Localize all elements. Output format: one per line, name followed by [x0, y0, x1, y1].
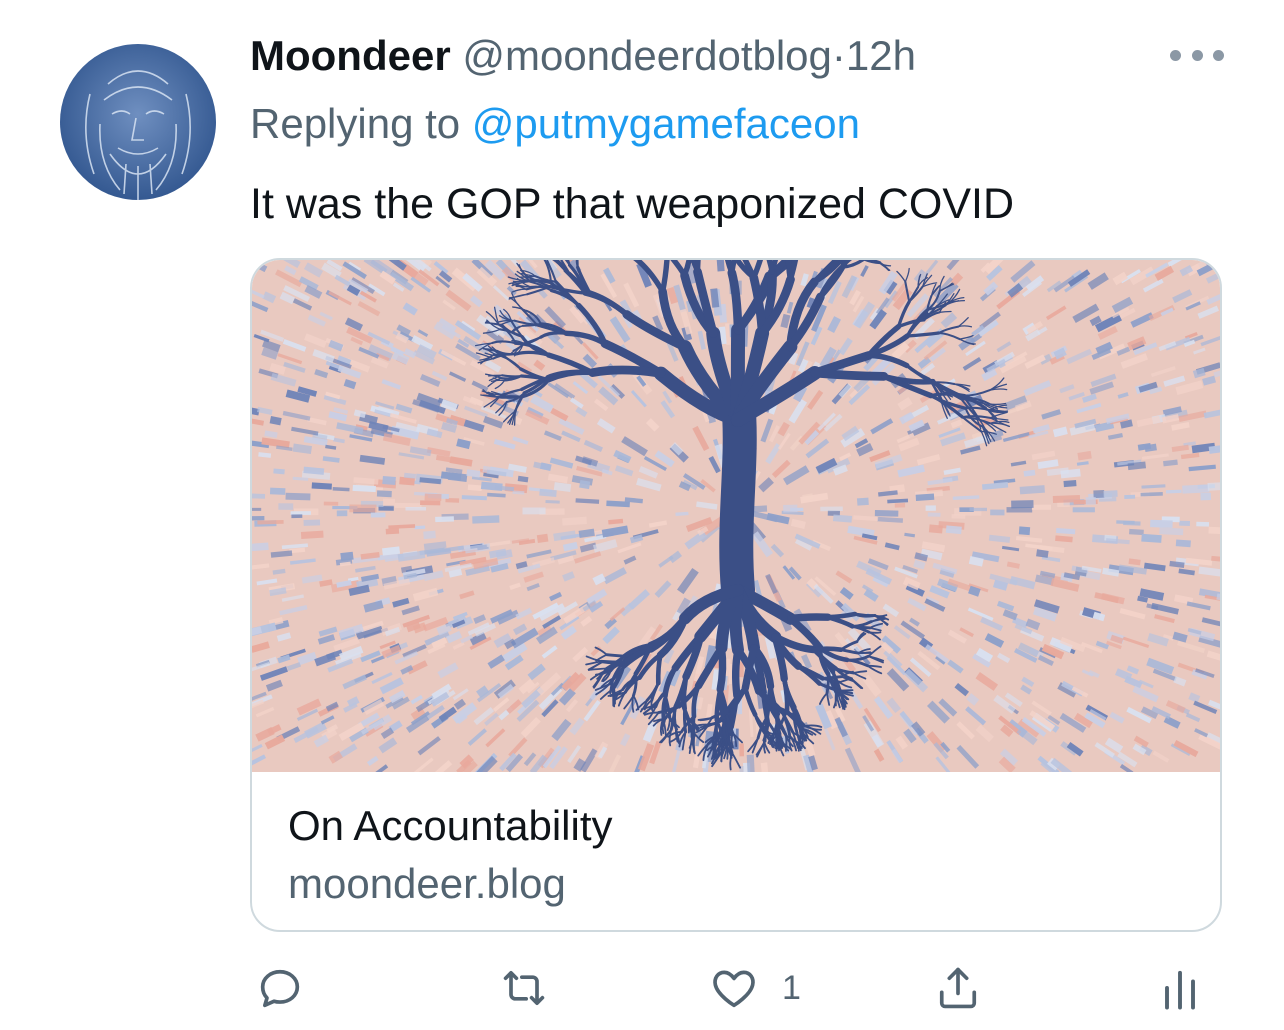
avatar[interactable] [60, 44, 216, 200]
replying-to: Replying to @putmygameface​on [250, 94, 860, 154]
retweet-button[interactable] [498, 958, 550, 1018]
replying-prefix: Replying to [250, 100, 472, 147]
reply-icon [260, 969, 300, 1008]
timestamp[interactable]: 12h [846, 32, 916, 79]
reply-mention-link[interactable]: @putmygameface​on [472, 100, 860, 147]
like-count: 1 [782, 968, 801, 1007]
analytics-button[interactable] [1160, 958, 1200, 1018]
tweet-header: Moondeer @moondeerdotblog·12h [250, 26, 916, 86]
heart-icon [713, 970, 755, 1008]
action-bar: 1 [250, 958, 1210, 1018]
card-image[interactable] [252, 260, 1220, 772]
share-icon [939, 967, 977, 1009]
card-title[interactable]: On Accountability [288, 798, 613, 854]
more-icon[interactable] [1170, 40, 1224, 70]
card-domain[interactable]: moondeer.blog [288, 856, 566, 912]
tweet[interactable]: Moondeer @moondeerdotblog·12h Replying t… [0, 0, 1284, 1030]
tree-artwork [252, 260, 1220, 772]
share-button[interactable] [932, 958, 984, 1018]
tweet-text: It was the GOP that weaponized COVID [250, 180, 1015, 228]
display-name[interactable]: Moondeer [250, 32, 451, 79]
user-handle[interactable]: @moondeerdotblog [462, 32, 832, 79]
retweet-icon [503, 970, 545, 1006]
separator-dot: · [831, 32, 846, 79]
link-card[interactable]: On Accountability moondeer.blog [250, 258, 1222, 932]
like-button[interactable]: 1 [708, 958, 801, 1018]
analytics-icon [1165, 970, 1195, 1010]
avatar-image [60, 44, 216, 200]
reply-button[interactable] [254, 958, 306, 1018]
